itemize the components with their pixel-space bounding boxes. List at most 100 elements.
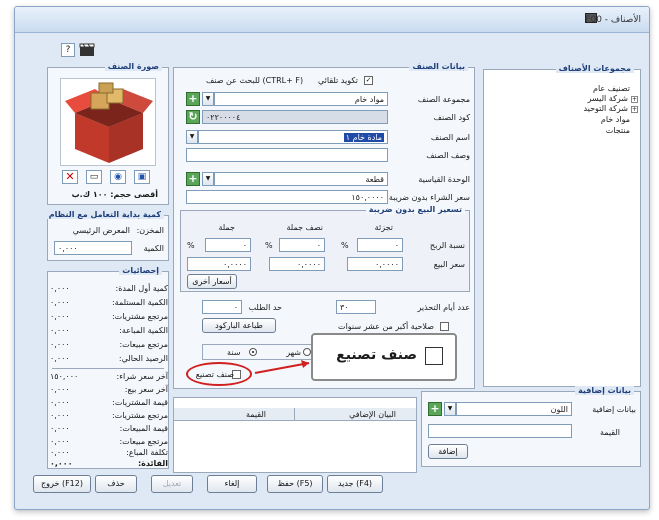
scanner-icon[interactable]: ▭	[86, 170, 102, 184]
item-groups-title: مجموعات الأصناف	[555, 64, 634, 73]
stat-row: كمية أول المدة: ٠,٠٠٠	[50, 284, 168, 293]
half-profit-input[interactable]: ٠	[279, 238, 325, 252]
retail-profit-input[interactable]: ٠	[357, 238, 403, 252]
reorder-label: حد الطلب	[248, 303, 282, 312]
item-image-title: صورة الصنف	[104, 62, 162, 71]
col-wholesale: جملة	[218, 223, 235, 232]
max-size-text: أقصى حجم: ١٠٠ ك.ب	[71, 190, 158, 199]
print-barcode-button[interactable]: طباعة الباركود	[202, 318, 276, 333]
stat-row: قيمة المشتريات: ٠,٠٠٠	[50, 398, 168, 407]
store-value: المعرض الرئيسي	[72, 226, 130, 235]
manufactured-callout: صنف تصنيع	[311, 333, 457, 381]
stat-row: مرتجع مشتريات: ٠,٠٠٠	[50, 312, 168, 321]
warning-days-label: عدد أيام التحذير	[417, 303, 470, 312]
name-input[interactable]: مادة خام ١	[198, 130, 388, 144]
group-dropdown-icon[interactable]: ▼	[202, 92, 214, 106]
add-group-button[interactable]: +	[186, 92, 200, 106]
group-label: مجموعة الصنف	[417, 95, 470, 104]
camera-icon[interactable]: ◉	[110, 170, 126, 184]
help-icon[interactable]: ?	[61, 43, 75, 57]
tree-item[interactable]: شركة اليسر	[588, 94, 628, 103]
delete-image-icon[interactable]: ✕	[62, 170, 78, 184]
stat-row: الرصيد الحالي: ٠,٠٠٠	[50, 354, 168, 363]
tree-item[interactable]: شركة التوحيد	[583, 104, 628, 113]
expand-icon[interactable]: +	[631, 106, 638, 113]
stat-row: الكمية المستلمة: ٠,٠٠٠	[50, 298, 168, 307]
purchase-price-input[interactable]: ١٥٠,٠٠٠٠	[186, 190, 388, 204]
cancel-button[interactable]: إلغاء	[207, 475, 257, 493]
stat-row: مرتجع مشتريات: ٠,٠٠٠	[50, 411, 168, 420]
retail-price-input[interactable]: ٠,٠٠٠٠	[347, 257, 403, 271]
group-select[interactable]: مواد خام	[214, 92, 388, 106]
year-label: سنة	[227, 348, 241, 357]
items-window: F00 - الأصناف ? صورة الصنف ✕ ▭ ◉ ▣ أقصى …	[14, 6, 650, 510]
month-label: شهر	[286, 348, 301, 357]
pricing-group: تسعير البيع بدون ضريبة تجزئة نصف جملة جم…	[180, 205, 470, 292]
unit-label: الوحدة القياسية	[418, 175, 470, 184]
callout-label: صنف تصنيع	[336, 347, 417, 363]
statistics-title: إحصائيات	[119, 266, 162, 275]
extra-type-label: بيانات إضافية	[592, 405, 636, 414]
reorder-input[interactable]: ٠	[202, 300, 242, 314]
extra-value-input[interactable]	[428, 424, 572, 438]
year-radio[interactable]	[249, 348, 257, 356]
callout-arrow	[254, 360, 310, 374]
open-image-icon[interactable]: ▣	[134, 170, 150, 184]
extra-dropdown-icon[interactable]: ▼	[444, 402, 456, 416]
tree-item[interactable]: منتجات	[606, 126, 630, 135]
unit-dropdown-icon[interactable]: ▼	[202, 172, 214, 186]
half-price-input[interactable]: ٠,٠٠٠٠	[269, 257, 325, 271]
col-half-wholesale: نصف جملة	[286, 223, 324, 232]
item-data-title: بيانات الصنف	[409, 62, 468, 71]
extra-data-table[interactable]: البيان الإضافي القيمة	[173, 397, 417, 473]
video-icon[interactable]	[79, 43, 95, 57]
description-input[interactable]	[186, 148, 388, 162]
wholesale-price-input[interactable]: ٠,٠٠٠٠	[187, 257, 251, 271]
edit-button[interactable]: تعديل	[151, 475, 193, 493]
title-bar: F00 - الأصناف	[15, 7, 649, 33]
add-extra-type-button[interactable]: +	[428, 402, 442, 416]
name-dropdown-icon[interactable]: ▼	[186, 130, 198, 144]
stat-row: آخر سعر شراء: ١٥٠,٠٠٠	[50, 372, 168, 381]
stats-divider	[52, 368, 164, 369]
tree-item[interactable]: تصنيف عام	[593, 84, 630, 93]
item-image-group: صورة الصنف ✕ ▭ ◉ ▣ أقصى حجم: ١٠٠ ك.ب	[47, 62, 169, 205]
start-qty-input[interactable]: ٠,٠٠٠	[54, 241, 132, 255]
save-button[interactable]: حفظ (F5)	[267, 475, 323, 493]
extra-data-title: بيانات إضافية	[575, 386, 634, 395]
profit-label: نسبة الربح	[429, 241, 465, 250]
search-hint: للبحث عن صنف (CTRL+ F)	[206, 76, 304, 85]
exit-button[interactable]: خروج (F12)	[33, 475, 91, 493]
half-percent: %	[265, 241, 273, 250]
expand-icon[interactable]: +	[631, 96, 638, 103]
add-unit-button[interactable]: +	[186, 172, 200, 186]
refresh-code-button[interactable]: ↻	[186, 110, 200, 124]
item-groups-tree[interactable]: مجموعات الأصناف تصنيف عام + شركة اليسر +…	[483, 64, 641, 387]
extra-value-label: القيمة	[599, 428, 620, 437]
name-label: اسم الصنف	[430, 133, 470, 142]
warning-days-input[interactable]: ٣٠	[336, 300, 376, 314]
month-radio[interactable]	[303, 348, 311, 356]
stat-row: الفائدة: ٠,٠٠٠	[50, 459, 168, 468]
col-retail: تجزئة	[374, 223, 393, 232]
validity-label: صلاحية أكبر من عشر سنوات	[338, 322, 434, 331]
add-extra-button[interactable]: إضافة	[428, 444, 468, 459]
col-extra-header: البيان الإضافي	[349, 410, 396, 419]
callout-checkbox	[425, 347, 443, 365]
validity-checkbox[interactable]	[440, 322, 449, 331]
auto-code-checkbox[interactable]: ✓	[364, 76, 373, 85]
pricing-title: تسعير البيع بدون ضريبة	[365, 205, 465, 214]
delete-button[interactable]: حذف	[95, 475, 137, 493]
stat-row: قيمة المبيعات: ٠,٠٠٠	[50, 424, 168, 433]
other-prices-button[interactable]: أسعار أخرى	[187, 274, 237, 289]
box-image	[60, 78, 156, 166]
col-value-header: القيمة	[245, 410, 266, 419]
auto-code-label: تكويد تلقائي	[318, 76, 358, 85]
sale-price-label: سعر البيع	[433, 260, 465, 269]
tree-item[interactable]: مواد خام	[601, 115, 630, 124]
new-button[interactable]: جديد (F4)	[327, 475, 383, 493]
wholesale-profit-input[interactable]: ٠	[205, 238, 251, 252]
unit-select[interactable]: قطعة	[214, 172, 388, 186]
code-input[interactable]: ٠٢٢٠٠٠٠٤	[202, 110, 388, 124]
extra-type-select[interactable]: اللون	[456, 402, 572, 416]
